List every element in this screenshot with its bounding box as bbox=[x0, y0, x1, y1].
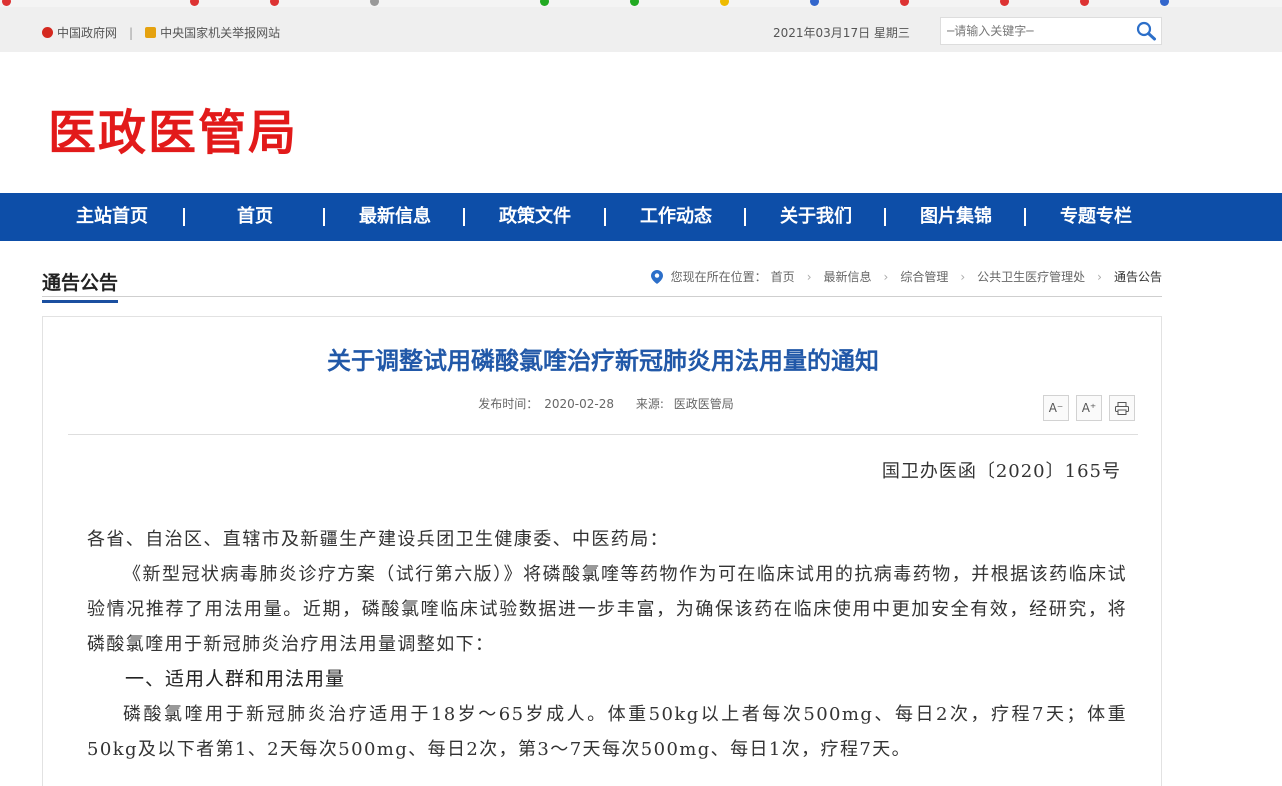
nav-item-work-news[interactable]: 工作动态 bbox=[616, 193, 736, 241]
gov-site-link[interactable]: 中国政府网 bbox=[57, 24, 117, 41]
bookmark-icon[interactable] bbox=[1160, 0, 1169, 6]
section-title: 通告公告 bbox=[42, 268, 119, 303]
chevron-right-icon: › bbox=[960, 269, 966, 284]
site-logo[interactable]: 医政医管局 bbox=[48, 93, 298, 163]
nav-item-gallery[interactable]: 图片集锦 bbox=[896, 193, 1016, 241]
nav-separator bbox=[463, 208, 465, 226]
breadcrumb-latest[interactable]: 最新信息 bbox=[824, 268, 872, 285]
nav-separator bbox=[183, 208, 185, 226]
article-title: 关于调整试用磷酸氯喹治疗新冠肺炎用法用量的通知 bbox=[327, 347, 879, 375]
breadcrumb-prefix: 您现在所在位置： bbox=[670, 270, 767, 284]
chevron-right-icon: › bbox=[883, 269, 889, 284]
breadcrumb-department[interactable]: 公共卫生医疗管理处 bbox=[977, 268, 1085, 285]
article-tools: A⁻ A⁺ bbox=[1036, 395, 1135, 421]
search-box bbox=[940, 17, 1162, 45]
font-decrease-button[interactable]: A⁻ bbox=[1043, 395, 1069, 421]
breadcrumb-home[interactable]: 首页 bbox=[771, 268, 795, 285]
bookmark-icon[interactable] bbox=[370, 0, 379, 6]
nav-item-latest[interactable]: 最新信息 bbox=[335, 193, 455, 241]
bookmark-icon[interactable] bbox=[1000, 0, 1009, 6]
party-emblem-icon bbox=[145, 27, 157, 38]
bookmark-icon[interactable] bbox=[270, 0, 279, 6]
bookmark-icon[interactable] bbox=[630, 0, 639, 6]
gov-emblem-icon bbox=[42, 27, 53, 38]
article-body: 各省、自治区、直辖市及新疆生产建设兵团卫生健康委、中医药局： 《新型冠状病毒肺炎… bbox=[87, 522, 1127, 767]
nav-separator bbox=[604, 208, 606, 226]
chevron-right-icon: › bbox=[806, 269, 812, 284]
print-button[interactable] bbox=[1109, 395, 1135, 421]
bookmark-icon[interactable] bbox=[540, 0, 549, 6]
nav-separator bbox=[1024, 208, 1026, 226]
main-nav: 主站首页 首页 最新信息 政策文件 工作动态 关于我们 图片集锦 专题专栏 bbox=[0, 193, 1282, 241]
breadcrumb-general[interactable]: 综合管理 bbox=[900, 268, 948, 285]
nav-item-main-home[interactable]: 主站首页 bbox=[52, 193, 172, 241]
current-date: 2021年03月17日 星期三 bbox=[773, 26, 910, 40]
nav-item-about[interactable]: 关于我们 bbox=[756, 193, 876, 241]
bookmark-icon[interactable] bbox=[720, 0, 729, 6]
article-divider bbox=[68, 434, 1138, 435]
printer-icon bbox=[1115, 401, 1129, 415]
chevron-right-icon: › bbox=[1097, 269, 1102, 284]
recipients-line: 各省、自治区、直辖市及新疆生产建设兵团卫生健康委、中医药局： bbox=[87, 529, 669, 550]
bookmark-icon[interactable] bbox=[900, 0, 909, 6]
document-number: 国卫办医函〔2020〕165号 bbox=[881, 461, 1121, 482]
nav-separator bbox=[744, 208, 746, 226]
section-heading: 一、适用人群和用法用量 bbox=[125, 668, 346, 690]
paragraph: 《新型冠状病毒肺炎诊疗方案（试行第六版）》将磷酸氯喹等药物作为可在临床试用的抗病… bbox=[87, 564, 1127, 655]
publish-date: 2020-02-28 bbox=[544, 397, 615, 411]
bookmark-icon[interactable] bbox=[190, 0, 199, 6]
article-source: 医政医管局 bbox=[673, 397, 734, 411]
article-meta: 发布时间： 2020-02-28 来源: 医政医管局 bbox=[43, 395, 1163, 412]
article-card: 关于调整试用磷酸氯喹治疗新冠肺炎用法用量的通知 发布时间： 2020-02-28 … bbox=[42, 316, 1162, 786]
breadcrumb: 您现在所在位置： 首页 › 最新信息 › 综合管理 › 公共卫生医疗管理处 › … bbox=[650, 268, 1162, 285]
location-pin-icon bbox=[650, 269, 663, 284]
nav-separator bbox=[323, 208, 325, 226]
top-links: 中国政府网 | 中央国家机关举报网站 bbox=[42, 24, 280, 41]
font-increase-button[interactable]: A⁺ bbox=[1076, 395, 1102, 421]
top-utility-bar: 中国政府网 | 中央国家机关举报网站 2021年03月17日 星期三 bbox=[0, 7, 1282, 52]
nav-item-topics[interactable]: 专题专栏 bbox=[1036, 193, 1156, 241]
report-site-link[interactable]: 中央国家机关举报网站 bbox=[160, 24, 280, 41]
bookmark-icon[interactable] bbox=[810, 0, 819, 6]
publish-date-label: 发布时间： bbox=[478, 397, 539, 411]
browser-bookmarks-bar bbox=[0, 0, 1282, 7]
paragraph: 磷酸氯喹用于新冠肺炎治疗适用于18岁～65岁成人。体重50kg以上者每次500m… bbox=[87, 704, 1127, 760]
source-label: 来源: bbox=[635, 397, 664, 411]
nav-item-policy[interactable]: 政策文件 bbox=[475, 193, 595, 241]
search-input[interactable] bbox=[941, 18, 1131, 44]
nav-separator bbox=[884, 208, 886, 226]
breadcrumb-current: 通告公告 bbox=[1113, 270, 1162, 284]
nav-item-home[interactable]: 首页 bbox=[195, 193, 315, 241]
search-icon[interactable] bbox=[1135, 21, 1157, 41]
section-divider bbox=[42, 296, 1162, 297]
link-separator: | bbox=[129, 25, 134, 40]
bookmark-icon[interactable] bbox=[1080, 0, 1089, 6]
bookmark-icon[interactable] bbox=[2, 0, 11, 6]
